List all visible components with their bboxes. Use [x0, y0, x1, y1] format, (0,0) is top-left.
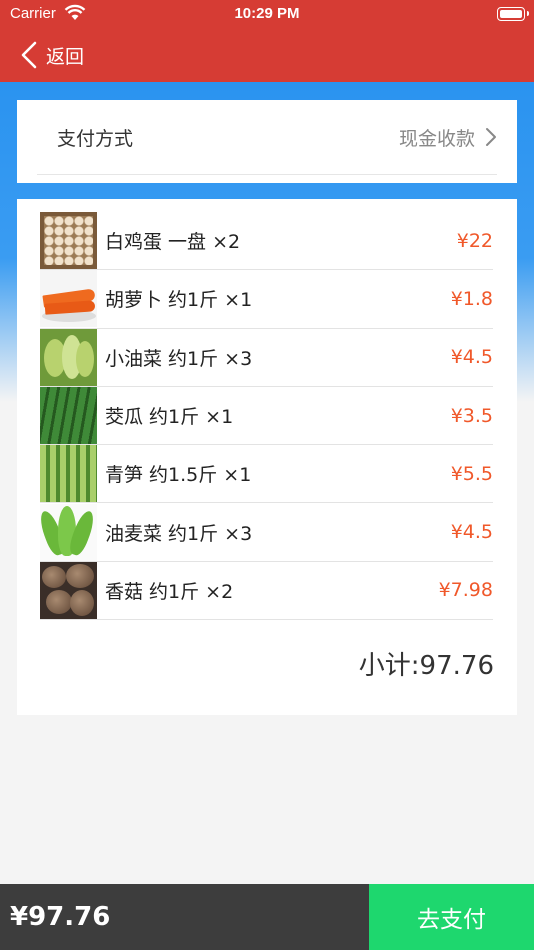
- order-item: 香菇 约1斤 ×2 ¥7.98: [40, 561, 493, 621]
- payment-method-value: 现金收款: [399, 124, 497, 151]
- subtotal: 小计:97.76: [358, 651, 494, 681]
- total-amount-text: ¥97.76: [10, 902, 111, 932]
- youmai-lettuce-thumbnail: [40, 503, 97, 561]
- item-price: ¥1.8: [450, 287, 493, 310]
- payment-method-card: 支付方式 现金收款: [17, 100, 517, 183]
- order-item-list: 白鸡蛋 一盘 ×2 ¥22 胡萝卜 约1斤 ×1 ¥1.8 小油菜 约1斤 ×3…: [40, 212, 493, 621]
- status-bar: Carrier 10:29 PM: [0, 0, 534, 28]
- item-name: 胡萝卜 约1斤 ×1: [105, 289, 253, 312]
- item-price: ¥3.5: [450, 404, 493, 427]
- item-name: 油麦菜 约1斤 ×3: [105, 522, 253, 545]
- order-item: 青笋 约1.5斤 ×1 ¥5.5: [40, 445, 493, 504]
- battery-icon: [497, 7, 529, 21]
- order-items-card: 白鸡蛋 一盘 ×2 ¥22 胡萝卜 约1斤 ×1 ¥1.8 小油菜 约1斤 ×3…: [17, 199, 517, 715]
- cucumber-thumbnail: [40, 387, 97, 445]
- order-item: 胡萝卜 约1斤 ×1 ¥1.8: [40, 270, 493, 329]
- item-name: 小油菜 约1斤 ×3: [105, 347, 253, 370]
- item-name: 茭瓜 约1斤 ×1: [105, 406, 234, 429]
- mushroom-thumbnail: [40, 561, 97, 619]
- item-price: ¥4.5: [450, 521, 493, 544]
- item-price: ¥4.5: [450, 346, 493, 369]
- order-item: 茭瓜 约1斤 ×1 ¥3.5: [40, 387, 493, 446]
- checkout-bar: ¥97.76 去支付: [0, 884, 534, 950]
- order-item: 白鸡蛋 一盘 ×2 ¥22: [40, 212, 493, 271]
- egg-thumbnail: [40, 212, 97, 270]
- back-button[interactable]: 返回: [20, 39, 84, 71]
- pay-button[interactable]: 去支付: [369, 884, 534, 950]
- nav-bar: 返回: [0, 28, 534, 82]
- chevron-left-icon: [21, 41, 37, 69]
- item-name: 白鸡蛋 一盘 ×2: [105, 231, 241, 254]
- pay-button-label: 去支付: [417, 907, 486, 933]
- payment-method-label: 支付方式: [57, 127, 134, 150]
- order-item: 小油菜 约1斤 ×3 ¥4.5: [40, 328, 493, 387]
- payment-method-row[interactable]: 支付方式 现金收款: [37, 100, 497, 175]
- item-name: 香菇 约1斤 ×2: [105, 580, 234, 603]
- item-price: ¥22: [456, 229, 493, 252]
- status-time: 10:29 PM: [234, 5, 300, 22]
- item-price: ¥7.98: [438, 579, 493, 602]
- lettuce-stem-thumbnail: [40, 445, 97, 503]
- payment-method-text: 现金收款: [398, 127, 475, 150]
- order-item: 油麦菜 约1斤 ×3 ¥4.5: [40, 503, 493, 562]
- bok-choy-thumbnail: [40, 328, 97, 386]
- item-price: ¥5.5: [450, 462, 493, 485]
- item-name: 青笋 约1.5斤 ×1: [105, 464, 252, 487]
- back-label: 返回: [46, 45, 85, 68]
- total-amount: ¥97.76: [0, 884, 369, 950]
- chevron-right-icon: [486, 128, 496, 146]
- carrot-thumbnail: [40, 270, 97, 328]
